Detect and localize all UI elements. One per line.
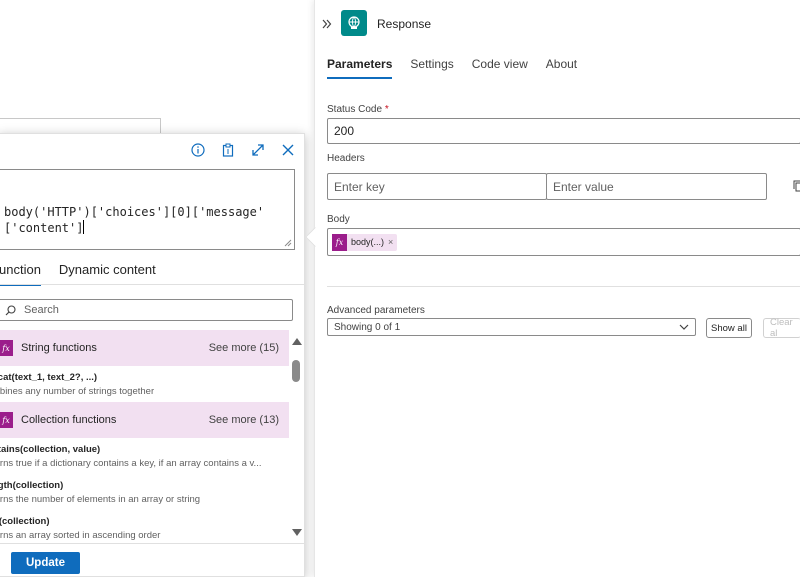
scroll-thumb[interactable] [292, 360, 300, 382]
close-icon[interactable] [280, 142, 296, 158]
scroll-down-arrow-icon[interactable] [292, 529, 302, 536]
function-group-collection[interactable]: fx Collection functions See more (13) [0, 402, 289, 438]
group-title: Collection functions [21, 414, 117, 426]
tab-dynamic-content[interactable]: Dynamic content [59, 262, 156, 286]
copy-icon[interactable] [793, 180, 800, 192]
expression-editor-toolbar [190, 140, 296, 160]
advanced-parameters-label: Advanced parameters [327, 305, 425, 316]
token-label: body(...) [351, 237, 385, 247]
response-action-icon [341, 10, 367, 36]
expression-line-2: ['content'] [4, 220, 290, 236]
body-expression-token[interactable]: fx body(...) × [332, 233, 398, 251]
value-placeholder: Enter value [553, 179, 614, 194]
clear-all-button[interactable]: Clear al [763, 317, 800, 339]
expression-tabs: unction Dynamic content [0, 262, 156, 286]
text-caret [83, 220, 85, 234]
function-item[interactable]: ntains(collection, value) turns true if … [0, 438, 289, 474]
function-item[interactable]: ncat(text_1, text_2?, ...) mbines any nu… [0, 366, 289, 402]
footer-divider [0, 543, 304, 544]
expression-editor-popup: body('HTTP')['choices'][0]['message' ['co… [0, 133, 305, 577]
tab-code-view[interactable]: Code view [472, 57, 528, 79]
function-name: ntains(collection, value) [0, 444, 101, 455]
body-label: Body [327, 214, 350, 225]
tab-function[interactable]: unction [0, 262, 41, 286]
designer-root: body('HTTP')['choices'][0]['message' ['co… [0, 0, 800, 577]
remove-token-icon[interactable]: × [388, 237, 393, 247]
header-value-field[interactable]: Enter value [546, 173, 767, 200]
function-item[interactable]: ngth(collection) turns the number of ele… [0, 474, 289, 510]
function-description: turns true if a dictionary contains a ke… [0, 458, 262, 469]
fx-icon: fx [0, 340, 13, 356]
tab-divider [0, 284, 304, 285]
function-search-input[interactable]: Search [0, 299, 293, 321]
update-button[interactable]: Update [11, 552, 80, 574]
see-more-link[interactable]: See more (13) [209, 414, 279, 426]
status-code-value: 200 [334, 124, 355, 138]
function-description: turns an array sorted in ascending order [0, 530, 161, 541]
fx-icon: fx [0, 412, 13, 428]
key-placeholder: Enter key [334, 179, 385, 194]
info-icon[interactable] [190, 142, 206, 158]
tab-parameters[interactable]: Parameters [327, 57, 393, 79]
function-group-string[interactable]: fx String functions See more (15) [0, 330, 289, 366]
expression-line-1: body('HTTP')['choices'][0]['message' [4, 205, 265, 219]
group-title: String functions [21, 342, 97, 354]
resize-grip-icon[interactable] [284, 239, 292, 247]
select-value: Showing 0 of 1 [334, 321, 401, 333]
action-details-panel: Response Parameters Settings Code view A… [314, 0, 800, 577]
section-divider [327, 286, 800, 287]
headers-label: Headers [327, 153, 365, 164]
status-code-label: Status Code * [327, 104, 389, 115]
function-description: mbines any number of strings together [0, 386, 155, 397]
expression-line-2-text: ['content'] [4, 221, 84, 235]
clipboard-icon[interactable] [220, 142, 236, 158]
collapse-panel-icon[interactable] [322, 16, 332, 32]
function-list: fx String functions See more (15) ncat(t… [0, 330, 289, 546]
see-more-link[interactable]: See more (15) [209, 342, 279, 354]
fx-icon: fx [332, 233, 347, 251]
function-name: ncat(text_1, text_2?, ...) [0, 372, 98, 383]
show-all-button[interactable]: Show all [706, 318, 752, 338]
status-code-field[interactable]: 200 [327, 118, 800, 144]
function-item[interactable]: rt(collection) turns an array sorted in … [0, 510, 289, 546]
header-key-field[interactable]: Enter key [327, 173, 547, 200]
panel-tabs: Parameters Settings Code view About [327, 57, 577, 79]
chevron-down-icon [679, 324, 689, 330]
body-field[interactable]: fx body(...) × [327, 228, 800, 256]
status-code-label-text: Status Code [327, 104, 383, 115]
function-description: turns the number of elements in an array… [0, 494, 201, 505]
panel-title: Response [377, 17, 432, 31]
required-mark: * [384, 104, 389, 115]
search-icon [0, 304, 16, 316]
expression-input[interactable]: body('HTTP')['choices'][0]['message' ['co… [0, 169, 295, 250]
scroll-up-arrow-icon[interactable] [292, 338, 302, 345]
function-list-scrollbar[interactable] [290, 338, 302, 536]
function-name: ngth(collection) [0, 480, 64, 491]
function-name: rt(collection) [0, 516, 50, 527]
tab-about[interactable]: About [546, 57, 577, 79]
tab-settings[interactable]: Settings [410, 57, 453, 79]
expand-icon[interactable] [250, 142, 266, 158]
advanced-parameters-select[interactable]: Showing 0 of 1 [327, 318, 696, 336]
search-placeholder: Search [24, 304, 59, 316]
